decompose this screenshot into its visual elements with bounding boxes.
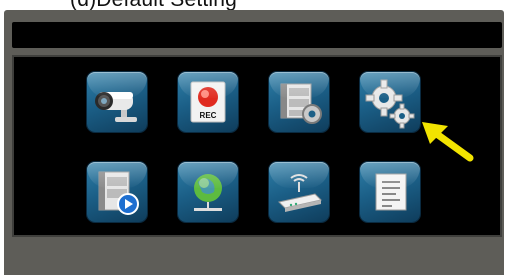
network-icon bbox=[194, 174, 222, 211]
status-bar bbox=[12, 22, 502, 48]
record-icon: REC bbox=[190, 81, 226, 123]
default-setting-button[interactable] bbox=[360, 72, 420, 132]
rec-label: REC bbox=[200, 111, 217, 120]
playback-button[interactable] bbox=[87, 162, 147, 222]
gear-icon bbox=[365, 79, 415, 129]
record-button[interactable]: REC bbox=[178, 72, 238, 132]
live-view-button[interactable] bbox=[87, 72, 147, 132]
camera-icon bbox=[95, 92, 137, 122]
record-settings-icon bbox=[280, 83, 322, 124]
device-info-icon bbox=[375, 173, 407, 211]
network-button[interactable] bbox=[178, 162, 238, 222]
wireless-router-icon bbox=[278, 174, 322, 212]
information-button[interactable] bbox=[360, 162, 420, 222]
record-settings-button[interactable] bbox=[269, 72, 329, 132]
playback-icon bbox=[98, 171, 139, 215]
wireless-button[interactable] bbox=[269, 162, 329, 222]
yellow-arrow-icon bbox=[422, 122, 474, 162]
bottom-bar bbox=[4, 240, 504, 275]
